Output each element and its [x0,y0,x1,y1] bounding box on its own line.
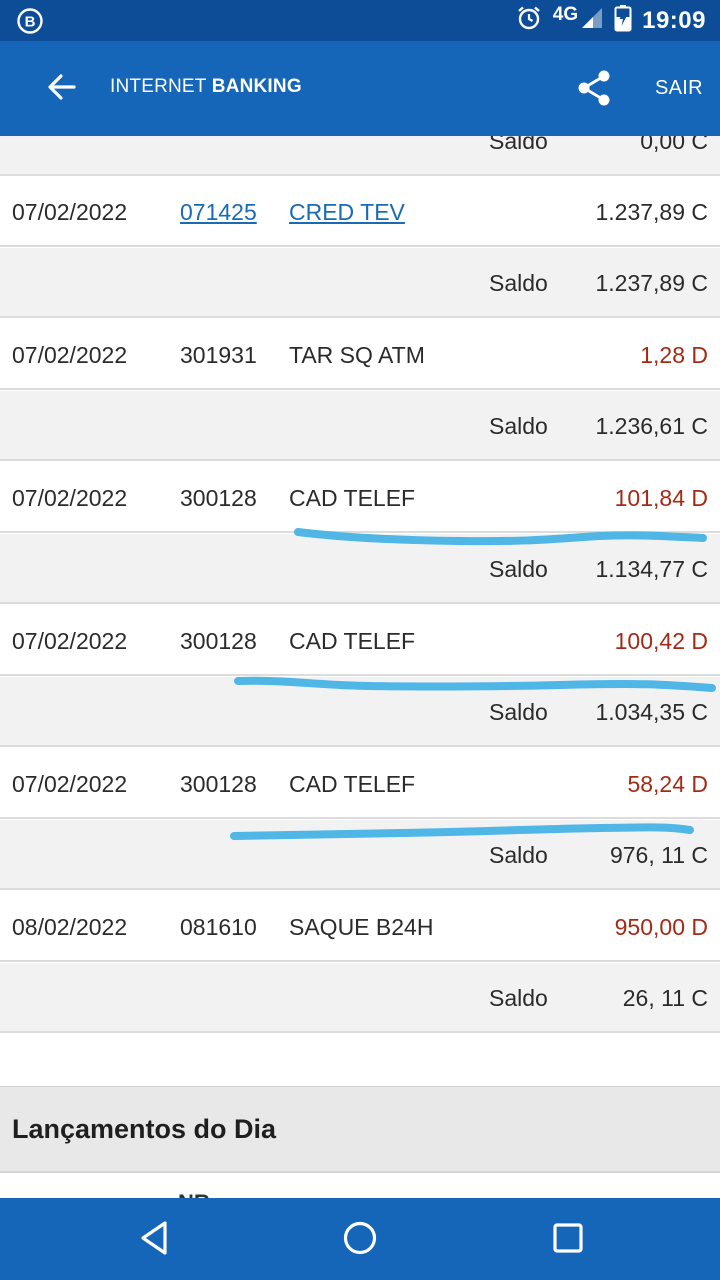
transaction-amount: 1.237,89 C [595,199,708,225]
saldo-label: Saldo [489,270,548,296]
saldo-row: Saldo 976, 11 C [0,820,720,890]
transaction-date: 08/02/2022 [12,914,128,940]
transaction-doc: 301931 [180,342,257,368]
saldo-label: Saldo [489,556,548,582]
transaction-history: TAR SQ ATM [289,342,425,368]
saldo-value: 976, 11 C [609,842,708,868]
transaction-doc-link[interactable]: 071425 [180,199,257,226]
status-bar: B 4G 19:09 [0,0,720,41]
alarm-icon [515,4,543,37]
saldo-label: Saldo [489,136,548,154]
transaction-date: 07/02/2022 [12,485,128,511]
transaction-date: 07/02/2022 [12,342,128,368]
transaction-amount: 100,42 D [614,628,708,654]
recents-square-icon[interactable] [550,1218,586,1263]
transaction-history: CAD TELEF [289,485,416,511]
saldo-label: Saldo [489,842,548,868]
network-type: 4G [552,3,579,25]
transaction-history: CAD TELEF [289,628,416,654]
transaction-amount: 950,00 D [614,914,708,940]
transaction-amount: 58,24 D [627,771,708,797]
saldo-value: 1.134,77 C [595,556,708,582]
battery-charging-icon [614,4,632,37]
saldo-label: Saldo [489,985,548,1011]
back-triangle-icon[interactable] [136,1218,172,1263]
saldo-value: 26, 11 C [622,985,708,1011]
saldo-value: 1.237,89 C [595,270,708,296]
table-header-nr: NR [178,1190,210,1198]
app-bar: INTERNET BANKING SAIR [0,41,720,136]
transaction-doc: 081610 [180,914,257,940]
transaction-doc: 300128 [180,628,257,654]
saldo-value: 1.034,35 C [595,699,708,725]
transaction-row: 07/02/2022 301931 TAR SQ ATM 1,28 D [0,320,720,390]
transaction-amount: 1,28 D [640,342,708,368]
transaction-row: 07/02/2022 300128 CAD TELEF 58,24 D [0,749,720,819]
transaction-history: CAD TELEF [289,771,416,797]
transaction-history: SAQUE B24H [289,914,434,940]
transaction-amount: 101,84 D [614,485,708,511]
transaction-row: 07/02/2022 071425 CRED TEV 1.237,89 C [0,177,720,247]
app-title-bold: BANKING [211,76,302,97]
saldo-value: 1.236,61 C [595,413,708,439]
app-title: INTERNET BANKING [110,76,302,98]
transaction-row: 07/02/2022 300128 CAD TELEF 100,42 D [0,606,720,676]
saldo-row: Saldo 1.134,77 C [0,534,720,604]
transaction-date: 07/02/2022 [12,771,128,797]
system-nav-bar [0,1198,720,1280]
section-header: Lançamentos do Dia [0,1087,720,1173]
saldo-row: Saldo 26, 11 C [0,963,720,1033]
svg-text:B: B [25,14,36,31]
transaction-date: 07/02/2022 [12,628,128,654]
logout-button[interactable]: SAIR [655,77,703,100]
transaction-history-link[interactable]: CRED TEV [289,199,405,226]
statement-list: Saldo 0,00 C 07/02/2022 071425 CRED TEV … [0,136,720,1198]
list-spacer [0,1034,720,1087]
saldo-row: Saldo 1.236,61 C [0,391,720,461]
transaction-row: 07/02/2022 300128 CAD TELEF 101,84 D [0,463,720,533]
table-header-peek: NR [178,1186,238,1198]
signal-icon [580,6,604,35]
transaction-doc: 300128 [180,485,257,511]
share-icon[interactable] [576,69,612,112]
back-arrow-icon[interactable] [44,69,80,110]
transaction-row: 08/02/2022 081610 SAQUE B24H 950,00 D [0,892,720,962]
saldo-value: 0,00 C [640,136,708,154]
status-time: 19:09 [642,6,706,34]
transaction-date: 07/02/2022 [12,199,128,225]
app-title-prefix: INTERNET [110,76,212,97]
saldo-row: Saldo 1.237,89 C [0,248,720,318]
section-title: Lançamentos do Dia [12,1114,277,1144]
b-badge-icon: B [16,7,44,40]
home-circle-icon[interactable] [341,1218,379,1263]
saldo-label: Saldo [489,699,548,725]
saldo-label: Saldo [489,413,548,439]
transaction-doc: 300128 [180,771,257,797]
saldo-row: Saldo 0,00 C [0,136,720,176]
saldo-row: Saldo 1.034,35 C [0,677,720,747]
